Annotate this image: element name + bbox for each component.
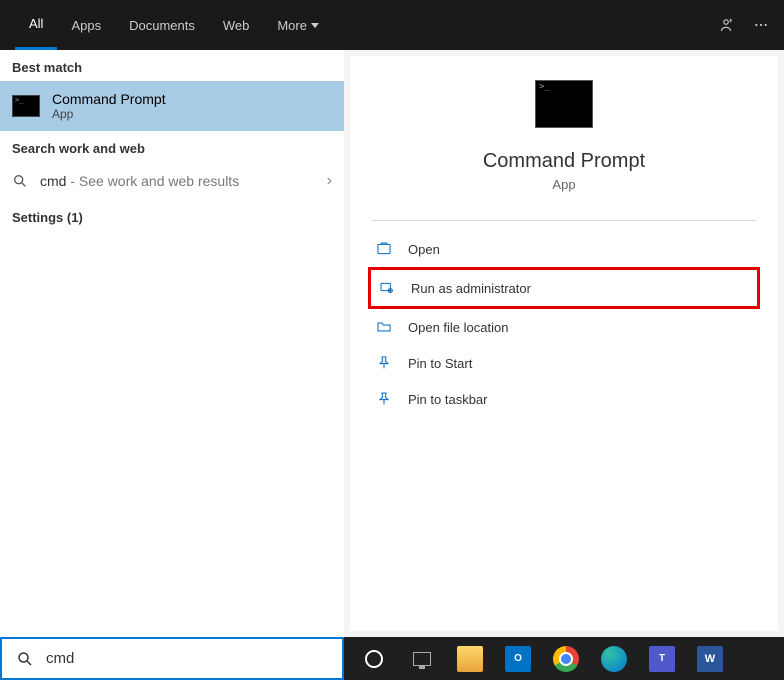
folder-icon — [376, 319, 392, 335]
action-pin-taskbar[interactable]: Pin to taskbar — [368, 381, 760, 417]
tab-more-label: More — [277, 18, 307, 33]
search-query: cmd — [40, 173, 66, 189]
ellipsis-icon[interactable] — [753, 17, 769, 33]
admin-icon — [379, 280, 395, 296]
word-icon: W — [697, 646, 723, 672]
task-view-icon — [413, 652, 431, 666]
action-location-label: Open file location — [408, 320, 508, 335]
search-icon — [16, 650, 34, 668]
search-web-row[interactable]: cmd - See work and web results › — [0, 162, 344, 200]
taskbar-explorer[interactable] — [446, 637, 494, 680]
pin-taskbar-icon — [376, 391, 392, 407]
search-box[interactable] — [0, 637, 344, 680]
tab-more[interactable]: More — [263, 0, 333, 50]
preview-sub: App — [552, 177, 575, 192]
search-input[interactable] — [46, 650, 328, 667]
tab-apps[interactable]: Apps — [57, 0, 115, 50]
preview-title: Command Prompt — [483, 150, 645, 173]
action-open-location[interactable]: Open file location — [368, 309, 760, 345]
action-pin-start[interactable]: Pin to Start — [368, 345, 760, 381]
settings-header[interactable]: Settings (1) — [0, 200, 344, 235]
action-pin-taskbar-label: Pin to taskbar — [408, 392, 488, 407]
topbar-right — [717, 16, 769, 34]
search-web-text: cmd - See work and web results — [40, 173, 239, 189]
actions-list: Open Run as administrator Open file loca… — [350, 221, 778, 427]
chevron-down-icon — [311, 23, 319, 28]
command-prompt-icon — [12, 95, 40, 117]
best-match-item[interactable]: Command Prompt App — [0, 81, 344, 131]
command-prompt-preview-icon — [535, 80, 593, 128]
best-match-sub: App — [52, 107, 166, 121]
chrome-icon — [553, 646, 579, 672]
taskbar-chrome[interactable] — [542, 637, 590, 680]
taskbar-word[interactable]: W — [686, 637, 734, 680]
task-view-button[interactable] — [398, 637, 446, 680]
feedback-icon[interactable] — [717, 16, 735, 34]
action-run-as-admin[interactable]: Run as administrator — [368, 267, 760, 309]
action-pin-start-label: Pin to Start — [408, 356, 472, 371]
main-area: Best match Command Prompt App Search wor… — [0, 50, 784, 637]
tabs: All Apps Documents Web More — [15, 0, 333, 50]
action-open-label: Open — [408, 242, 440, 257]
search-work-web-header: Search work and web — [0, 131, 344, 162]
best-match-title: Command Prompt — [52, 91, 166, 107]
search-tab-bar: All Apps Documents Web More — [0, 0, 784, 50]
preview-panel: Command Prompt App Open Run as administr… — [350, 56, 778, 631]
tab-documents[interactable]: Documents — [115, 0, 209, 50]
tab-web[interactable]: Web — [209, 0, 264, 50]
cortana-icon — [365, 650, 383, 668]
best-match-text: Command Prompt App — [52, 91, 166, 121]
open-icon — [376, 241, 392, 257]
file-explorer-icon — [457, 646, 483, 672]
pin-start-icon — [376, 355, 392, 371]
outlook-icon: O — [505, 646, 531, 672]
teams-icon: T — [649, 646, 675, 672]
taskbar-edge[interactable] — [590, 637, 638, 680]
best-match-header: Best match — [0, 50, 344, 81]
taskbar-teams[interactable]: T — [638, 637, 686, 680]
search-icon — [12, 173, 28, 189]
chevron-right-icon: › — [327, 172, 332, 190]
cortana-button[interactable] — [350, 637, 398, 680]
action-open[interactable]: Open — [368, 231, 760, 267]
search-hint: - See work and web results — [66, 173, 239, 189]
action-admin-label: Run as administrator — [411, 281, 531, 296]
taskbar-outlook[interactable]: O — [494, 637, 542, 680]
results-panel: Best match Command Prompt App Search wor… — [0, 50, 344, 637]
edge-icon — [601, 646, 627, 672]
taskbar: O T W — [344, 637, 784, 680]
tab-all[interactable]: All — [15, 0, 57, 50]
